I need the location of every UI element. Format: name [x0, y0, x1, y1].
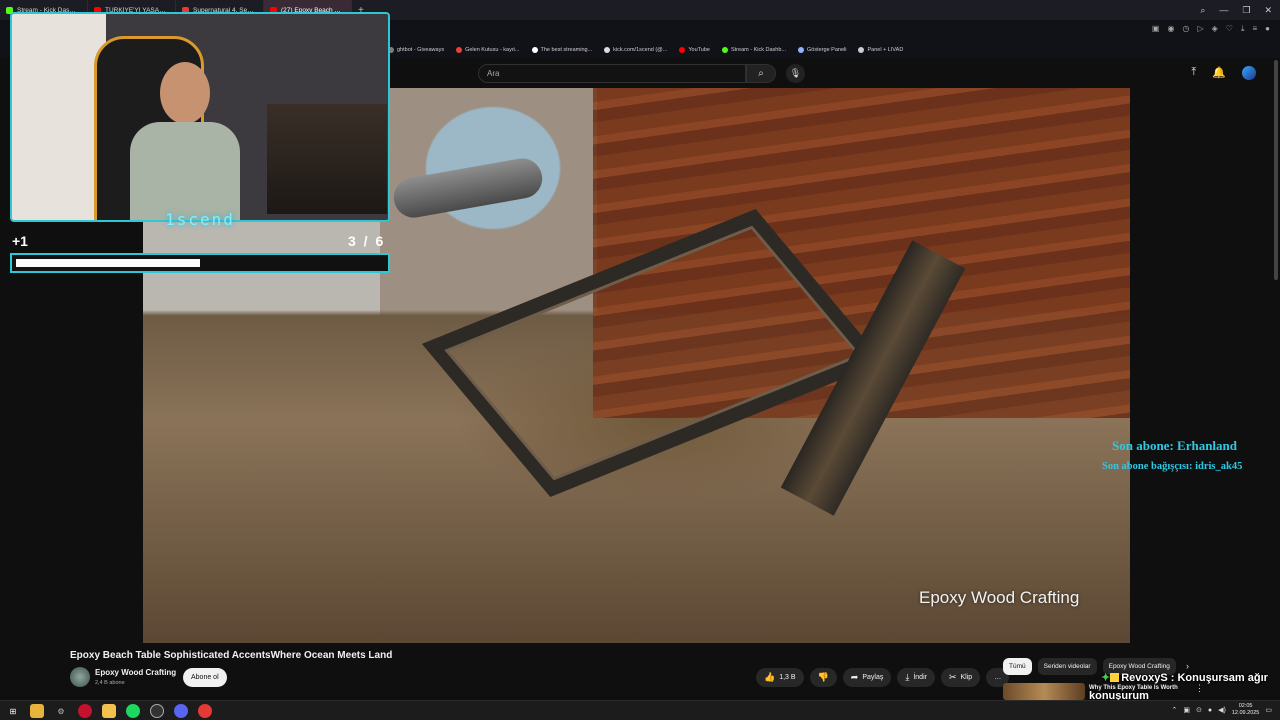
goal-plus: +1 — [12, 233, 28, 249]
discord-icon[interactable] — [174, 704, 188, 718]
streamer-name-text: 1scend — [165, 210, 235, 229]
obs-icon[interactable] — [150, 704, 164, 718]
search-tabs-icon[interactable]: ⌕ — [1200, 5, 1205, 16]
avatar[interactable] — [1242, 66, 1256, 80]
last-subscriber: Son abone: Erhanland — [1112, 438, 1237, 453]
share-button[interactable]: ➦ Paylaş — [842, 668, 892, 687]
download-icon[interactable]: ⤓ — [1241, 24, 1245, 34]
video-actions: 👍 1,3 B 👎 ➦ Paylaş ⤓ İndir ✂ Klip … — [756, 668, 1010, 687]
last-sub-donor: Son abone bağışçısı: idris_ak45 — [1102, 461, 1243, 472]
tray-chevron-icon[interactable]: ⌃ — [1172, 706, 1178, 714]
screenshot-icon[interactable]: ▣ — [1152, 24, 1160, 34]
play-icon[interactable]: ▷ — [1197, 24, 1203, 34]
bookmark-favicon-icon — [679, 47, 686, 53]
bookmark-favicon-icon — [798, 47, 805, 53]
taskbar: ⊞ ⚙ ⌃ ▣ ⊙ ● ◀) 02:05 12.09.2025 ▭ — [0, 700, 1280, 720]
bookmark-item[interactable]: ghtbot - Giveaways — [388, 47, 444, 53]
bookmark-favicon-icon — [721, 47, 728, 53]
bookmark-item[interactable]: Gösterge Paneli — [798, 47, 846, 53]
thumbs-down-icon: 👎 — [817, 672, 829, 682]
minimize-icon[interactable]: — — [1219, 5, 1228, 15]
favorite-icon[interactable]: ♡ — [1226, 24, 1233, 34]
chevron-right-icon[interactable]: › — [1186, 661, 1189, 671]
bookmark-item[interactable]: The best streaming... — [531, 47, 592, 53]
more-vert-icon[interactable]: ⋮ — [1195, 683, 1204, 694]
microphone-icon: 🎙 — [789, 68, 802, 78]
bookmark-favicon-icon — [858, 47, 865, 53]
share-icon: ➦ — [850, 672, 859, 682]
channel-subscriber-count: 2,4 B abone — [95, 680, 125, 686]
chrome-icon[interactable] — [198, 704, 212, 718]
bookmark-item[interactable]: kick.com/1scend (@... — [604, 47, 667, 53]
chat-popup: ✦ RevoxyS : Konuşursam ağır — [1101, 672, 1268, 684]
vpn-icon[interactable]: ◈ — [1212, 24, 1218, 34]
video-title: Epoxy Beach Table Sophisticated AccentsW… — [70, 650, 393, 661]
subscribe-button[interactable]: Abone ol — [183, 668, 227, 687]
thumbs-up-icon: 👍 — [764, 672, 776, 682]
sparkle-icon: ✦ — [1101, 672, 1111, 684]
video-watermark: Epoxy Wood Crafting — [919, 588, 1080, 607]
notifications-bell-icon[interactable]: 🔔 — [1212, 66, 1226, 80]
scissors-icon: ✂ — [948, 672, 957, 682]
upload-icon[interactable]: ⤒ — [1191, 66, 1196, 80]
bookmark-favicon-icon — [531, 47, 538, 53]
search-button[interactable]: ⌕ — [746, 64, 776, 83]
notifications-icon[interactable]: ▭ — [1265, 706, 1272, 714]
search-input[interactable]: Ara — [478, 64, 746, 83]
streamer-head — [160, 62, 210, 124]
windows-start-icon[interactable]: ⊞ — [6, 704, 20, 718]
camera-icon[interactable]: ◉ — [1167, 24, 1174, 34]
goal-progress-fill — [16, 259, 200, 267]
webcam-desk — [267, 104, 387, 214]
bookmark-item[interactable]: Panel + LIVAD — [858, 47, 903, 53]
maximize-icon[interactable]: ❐ — [1242, 5, 1250, 16]
spotify-icon[interactable] — [126, 704, 140, 718]
bookmark-item[interactable]: Gelen Kutusu - kayıt... — [456, 47, 520, 53]
volume-icon[interactable]: ◀) — [1218, 706, 1226, 714]
bookmark-favicon-icon — [456, 47, 463, 53]
browser-toolbar-icons: ▣ ◉ ◷ ▷ ◈ ♡ ⤓ ≡ ● — [1152, 24, 1270, 34]
download-icon: ⤓ — [905, 672, 910, 682]
microphone-tray-icon[interactable]: ● — [1208, 707, 1212, 714]
taskbar-apps: ⊞ ⚙ — [6, 704, 212, 718]
streamer-shirt — [130, 122, 240, 220]
chip-all[interactable]: Tümü — [1003, 658, 1032, 675]
channel-avatar[interactable] — [70, 667, 90, 687]
channel-name[interactable]: Epoxy Wood Crafting — [95, 668, 176, 677]
webcam-overlay — [10, 12, 390, 222]
download-button[interactable]: ⤓ İndir — [897, 668, 935, 687]
close-icon[interactable]: ✕ — [1264, 5, 1272, 16]
settings-icon[interactable]: ⚙ — [54, 704, 68, 718]
chip-series[interactable]: Seriden videolar — [1037, 658, 1097, 675]
badge-icon — [1110, 673, 1120, 682]
taskbar-clock[interactable]: 02:05 12.09.2025 — [1232, 703, 1260, 717]
system-tray: ⌃ ▣ ⊙ ● ◀) 02:05 12.09.2025 ▭ — [1172, 703, 1272, 717]
goal-progress-bar — [10, 253, 390, 273]
bookmark-item[interactable]: YouTube — [679, 47, 710, 53]
folder-icon[interactable] — [102, 704, 116, 718]
file-explorer-icon[interactable] — [30, 704, 44, 718]
menu-icon[interactable]: ≡ — [1252, 24, 1257, 34]
goal-count: 3 / 6 — [348, 233, 386, 249]
header-actions: ⤒ 🔔 — [1191, 66, 1256, 80]
page-scrollbar[interactable] — [1274, 60, 1278, 280]
search-icon: ⌕ — [758, 68, 764, 79]
window-controls: ⌕ — ❐ ✕ — [1200, 0, 1272, 20]
clip-button[interactable]: ✂ Klip — [940, 668, 981, 687]
bookmark-item[interactable]: Stream - Kick Dashb... — [721, 47, 786, 53]
profile-icon[interactable]: ● — [1265, 24, 1270, 34]
tray-app-icon[interactable]: ▣ — [1183, 706, 1190, 714]
bookmark-favicon-icon — [604, 47, 611, 53]
network-icon[interactable]: ⊙ — [1196, 706, 1202, 714]
like-button[interactable]: 👍 1,3 B — [756, 668, 804, 687]
opera-icon[interactable] — [78, 704, 92, 718]
recommendation-thumbnail[interactable] — [1003, 683, 1085, 700]
streamer — [130, 62, 240, 220]
history-icon[interactable]: ◷ — [1182, 24, 1189, 34]
voice-search-button[interactable]: 🎙 — [786, 64, 805, 83]
dislike-button[interactable]: 👎 — [809, 668, 837, 687]
streamer-name: 1scend — [10, 210, 390, 229]
